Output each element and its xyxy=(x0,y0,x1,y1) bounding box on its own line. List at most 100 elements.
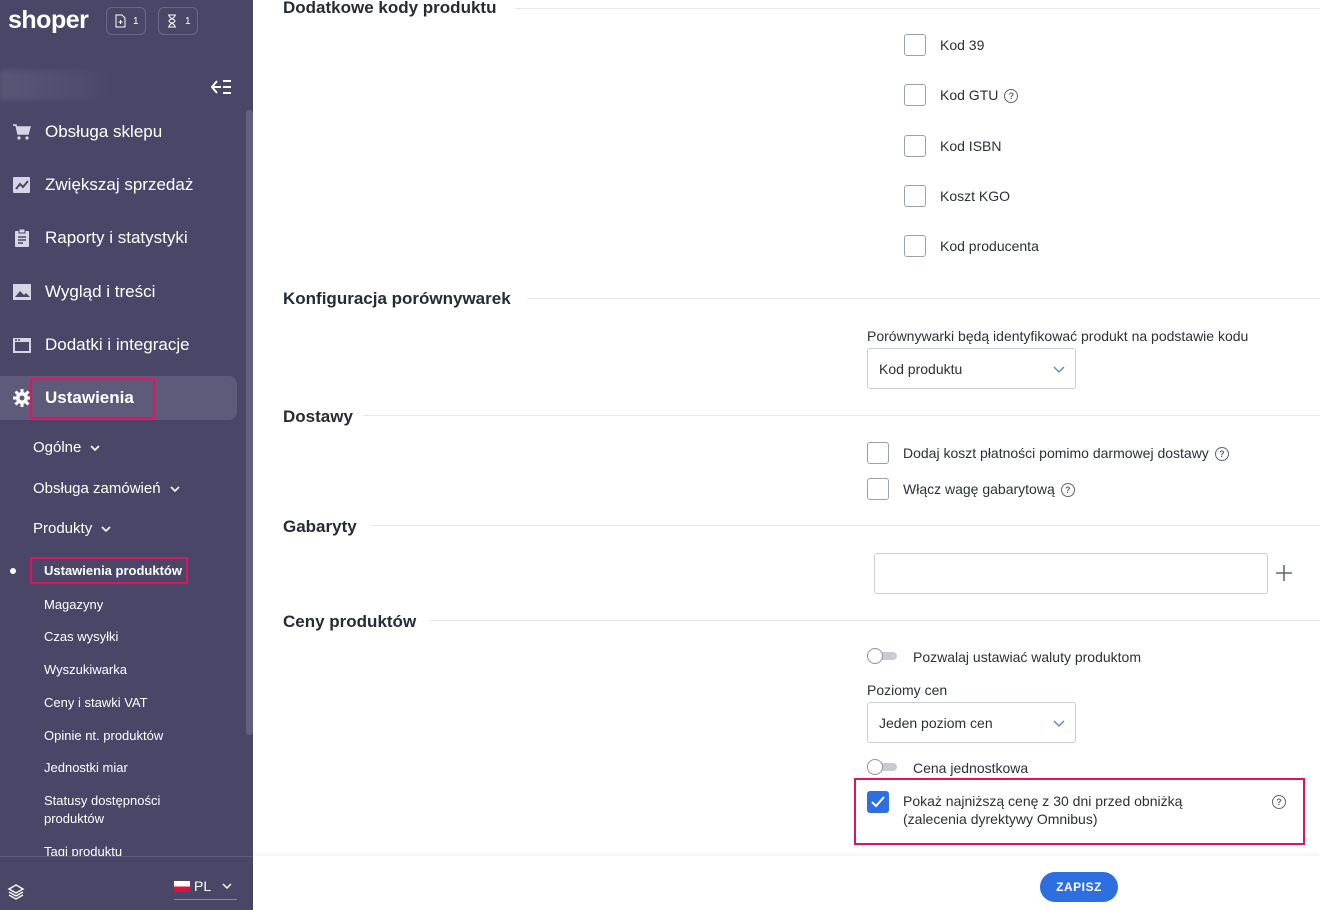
checkbox-kod-39[interactable] xyxy=(904,34,926,56)
highlight-omnibus xyxy=(854,778,1305,845)
clipboard-icon xyxy=(15,228,29,247)
sidebar-scrollbar[interactable] xyxy=(246,110,253,735)
notifications-badge[interactable]: 1 xyxy=(106,7,146,35)
select-value: Jeden poziom cen xyxy=(879,714,993,731)
badge-count: 1 xyxy=(133,15,139,27)
layers-icon[interactable] xyxy=(7,883,25,901)
chevron-down-icon xyxy=(1053,720,1065,727)
toggle-knob xyxy=(867,759,883,775)
section-title-comparators: Konfiguracja porównywarek xyxy=(283,289,511,308)
toggle-currencies[interactable] xyxy=(867,648,899,664)
sub-label: Obsługa zamówień xyxy=(33,480,161,497)
current-indicator-dot xyxy=(10,568,16,574)
sub-label: Produkty xyxy=(33,520,93,537)
collapse-sidebar-icon[interactable] xyxy=(207,76,233,98)
divider xyxy=(430,620,1320,621)
nav-label: Raporty i statystyki xyxy=(45,228,188,247)
label-payment-cost: Dodaj koszt płatności pomimo darmowej do… xyxy=(903,444,1229,462)
badge-count: 1 xyxy=(185,15,191,27)
chevron-down-icon xyxy=(90,444,100,451)
divider xyxy=(363,415,1320,416)
label-kod-gtu: Kod GTU? xyxy=(940,86,1019,104)
gear-icon xyxy=(13,389,31,407)
user-name-blurred xyxy=(0,70,110,100)
flag-pl-icon xyxy=(174,880,190,892)
add-icon[interactable] xyxy=(1275,564,1293,582)
label-text: Włącz wagę gabarytową xyxy=(903,481,1055,497)
leaf-statusy[interactable]: Statusy dostępności produktów xyxy=(44,792,194,828)
price-levels-select[interactable]: Jeden poziom cen xyxy=(867,702,1076,743)
toggle-knob xyxy=(867,648,883,664)
nav-label: Zwiększaj sprzedaż xyxy=(45,175,194,194)
nav-raporty[interactable]: Raporty i statystyki xyxy=(0,216,237,260)
logo[interactable]: shoper xyxy=(8,6,89,35)
nav-obsluga-sklepu[interactable]: Obsługa sklepu xyxy=(0,110,237,154)
chart-icon xyxy=(13,177,30,193)
sub-obsluga-zamowien[interactable]: Obsługa zamówień xyxy=(33,480,181,497)
nav-label: Dodatki i integracje xyxy=(45,335,190,354)
help-icon[interactable]: ? xyxy=(1004,89,1019,104)
label-kod-producenta: Kod producenta xyxy=(940,238,1039,254)
label-koszt-kgo: Koszt KGO xyxy=(940,188,1011,204)
label-kod-isbn: Kod ISBN xyxy=(940,138,1002,154)
highlight-ustawienia-produktow xyxy=(30,557,188,584)
section-title-dimensions: Gabaryty xyxy=(283,517,357,536)
sub-label: Ogólne xyxy=(33,439,82,456)
checkbox-kod-producenta[interactable] xyxy=(904,235,926,257)
hourglass-icon xyxy=(168,14,176,28)
checkbox-payment-cost[interactable] xyxy=(867,442,889,464)
comparators-field-label: Porównywarki będą identyfikować produkt … xyxy=(867,328,1249,344)
leaf-ceny-vat[interactable]: Ceny i stawki VAT xyxy=(44,694,148,712)
select-value: Kod produktu xyxy=(879,360,963,377)
checkbox-dimensional-weight[interactable] xyxy=(867,478,889,500)
leaf-wyszukiwarka[interactable]: Wyszukiwarka xyxy=(44,661,127,679)
file-plus-icon xyxy=(115,14,126,28)
image-icon xyxy=(13,284,31,300)
window-icon xyxy=(13,338,31,353)
nav-dodatki[interactable]: Dodatki i integracje xyxy=(0,323,237,367)
section-title-codes: Dodatkowe kody produktu xyxy=(283,0,497,17)
label-text: Dodaj koszt płatności pomimo darmowej do… xyxy=(903,445,1209,461)
sub-produkty[interactable]: Produkty xyxy=(33,520,112,537)
section-title-prices: Ceny produktów xyxy=(283,612,417,631)
save-button[interactable]: ZAPISZ xyxy=(1040,872,1118,902)
label-text: Kod GTU xyxy=(940,87,999,103)
toggle-unit-price[interactable] xyxy=(867,759,899,775)
checkbox-kod-isbn[interactable] xyxy=(904,135,926,157)
chevron-down-icon xyxy=(170,485,180,492)
leaf-czas-wysylki[interactable]: Czas wysyłki xyxy=(44,628,118,646)
nav-zwiekszaj-sprzedaz[interactable]: Zwiększaj sprzedaż xyxy=(0,163,237,207)
language-selector[interactable]: PL xyxy=(174,878,237,900)
divider xyxy=(527,298,1320,299)
leaf-jednostki-miar[interactable]: Jednostki miar xyxy=(44,759,128,777)
dimensions-input[interactable] xyxy=(874,553,1268,594)
section-title-delivery: Dostawy xyxy=(283,407,353,426)
divider xyxy=(371,525,1320,526)
highlight-ustawienia xyxy=(30,378,155,419)
help-icon[interactable]: ? xyxy=(1214,447,1229,462)
cart-icon xyxy=(13,124,31,140)
price-levels-label: Poziomy cen xyxy=(867,682,948,698)
chevron-down-icon xyxy=(101,525,111,532)
chevron-down-icon xyxy=(222,883,232,889)
divider xyxy=(515,8,1320,9)
sub-ogolne[interactable]: Ogólne xyxy=(33,439,101,456)
nav-wyglad[interactable]: Wygląd i treści xyxy=(0,270,237,314)
leaf-opinie[interactable]: Opinie nt. produktów xyxy=(44,727,163,745)
label-unit-price: Cena jednostkowa xyxy=(913,760,1029,776)
chevron-down-icon xyxy=(1053,366,1065,373)
checkbox-koszt-kgo[interactable] xyxy=(904,185,926,207)
nav-label: Wygląd i treści xyxy=(45,282,156,301)
nav-label: Obsługa sklepu xyxy=(45,122,163,141)
label-currencies: Pozwalaj ustawiać waluty produktom xyxy=(913,649,1141,665)
label-dimensional-weight: Włącz wagę gabarytową? xyxy=(903,480,1075,498)
footer-bar xyxy=(253,856,1320,910)
leaf-magazyny[interactable]: Magazyny xyxy=(44,596,103,614)
comparators-select[interactable]: Kod produktu xyxy=(867,348,1076,389)
tasks-badge[interactable]: 1 xyxy=(158,7,198,35)
main-content: Dodatkowe kody produktu Kod 39 Kod GTU? … xyxy=(253,0,1320,910)
checkbox-kod-gtu[interactable] xyxy=(904,84,926,106)
sidebar: shoper 1 1 Obsługa sklepu Zwiększaj sprz… xyxy=(0,0,253,910)
help-icon[interactable]: ? xyxy=(1060,483,1075,498)
label-kod-39: Kod 39 xyxy=(940,37,985,53)
